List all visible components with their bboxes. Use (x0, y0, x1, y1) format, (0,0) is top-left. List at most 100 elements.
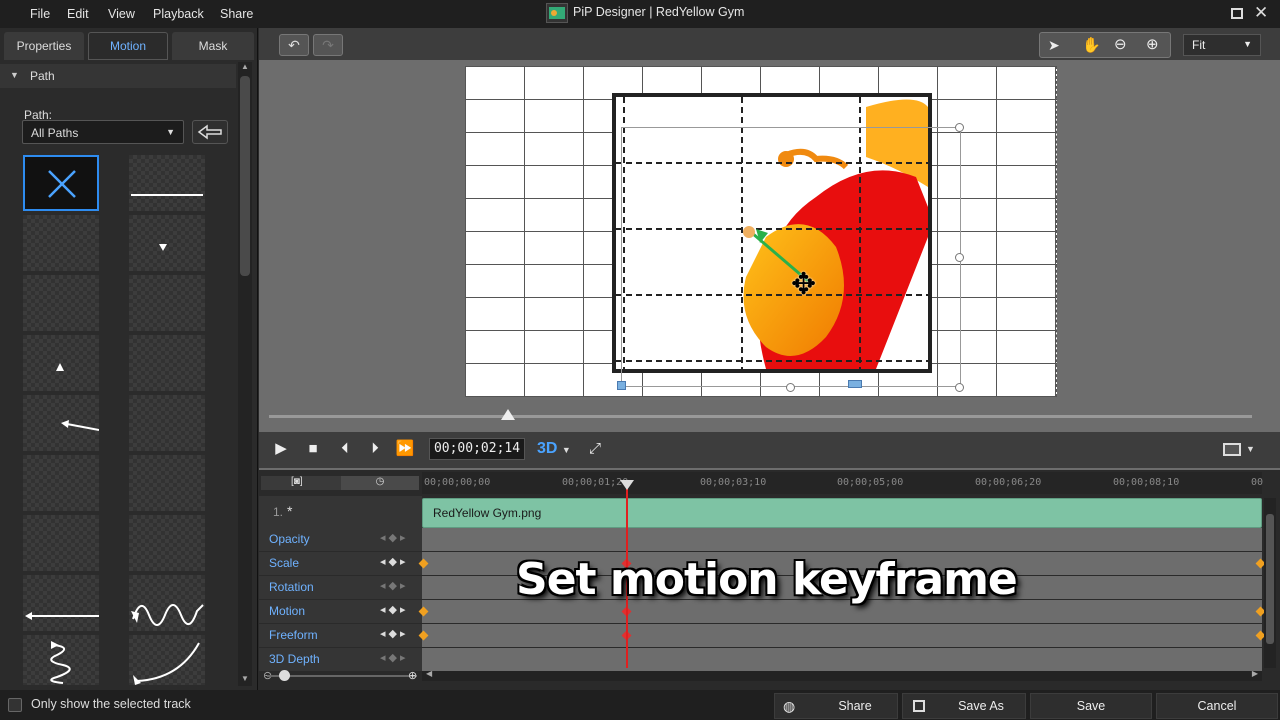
attribute-name[interactable]: Rotation (269, 580, 314, 594)
resize-handle[interactable] (786, 383, 795, 392)
timecode-display[interactable]: 00;00;02;14 (429, 438, 525, 460)
maximize-icon[interactable] (1231, 8, 1243, 19)
save-button[interactable]: Save (1030, 693, 1152, 719)
timeline-view-tab[interactable]: [◙] (291, 476, 303, 487)
attribute-name[interactable]: Freeform (269, 628, 318, 642)
stop-button[interactable]: ■ (303, 440, 323, 458)
path-dropdown[interactable]: All Paths ▼ (22, 120, 184, 144)
cancel-button[interactable]: Cancel (1156, 693, 1278, 719)
menu-file[interactable]: File (30, 7, 50, 21)
attribute-name[interactable]: Motion (269, 604, 305, 618)
fast-forward-button[interactable]: ⏩ (395, 440, 415, 458)
add-custom-path-button[interactable] (192, 120, 228, 144)
close-icon[interactable]: ✕ (1254, 3, 1268, 23)
path-tile[interactable] (23, 275, 99, 331)
path-tile[interactable] (129, 275, 205, 331)
attribute-name[interactable]: Opacity (269, 532, 310, 546)
resize-handle[interactable] (955, 383, 964, 392)
zoom-slider-thumb[interactable] (279, 670, 290, 681)
zoom-in-icon[interactable]: ⊕ (1146, 35, 1159, 53)
save-label: Save (1076, 699, 1106, 713)
scroll-up-icon[interactable]: ▲ (241, 62, 249, 71)
preview-scrubber[interactable] (269, 415, 1252, 418)
resize-handle[interactable] (955, 253, 964, 262)
timeline-horizontal-scrollbar[interactable]: ◀ ▶ (422, 669, 1262, 681)
path-tile-spiral[interactable] (23, 635, 99, 685)
attribute-name[interactable]: Scale (269, 556, 299, 570)
path-tile[interactable] (129, 395, 205, 451)
keyframe-controls[interactable]: ◂◆▸ (380, 651, 409, 664)
timeline-ruler[interactable]: 00;00;00;00 00;00;01;20 00;00;03;10 00;0… (422, 472, 1263, 494)
panel-scrollbar[interactable]: ▲ ▼ (238, 62, 252, 686)
undo-button[interactable]: ↶ (279, 34, 309, 56)
properties-panel: Properties Motion Mask ▼ Path Path: All … (0, 28, 258, 692)
scroll-thumb[interactable] (1266, 514, 1274, 644)
anchor-handle[interactable] (617, 381, 626, 390)
timeline-vertical-scrollbar[interactable] (1264, 498, 1276, 668)
save-as-button[interactable]: Save As (902, 693, 1026, 719)
attribute-lane[interactable] (422, 528, 1262, 551)
menu-edit[interactable]: Edit (67, 7, 89, 21)
chevron-down-icon[interactable]: ▼ (1246, 444, 1255, 454)
path-tile-arrow-left[interactable] (23, 395, 99, 451)
scroll-right-icon[interactable]: ▶ (1252, 669, 1258, 678)
scroll-thumb[interactable] (240, 76, 250, 276)
attribute-row: 3D Depth ◂◆▸ (259, 648, 1262, 671)
scroll-down-icon[interactable]: ▼ (241, 674, 249, 683)
display-mode-icon[interactable] (1223, 443, 1241, 456)
hand-tool-icon[interactable]: ✋ (1082, 36, 1101, 54)
path-tile-line[interactable] (129, 155, 205, 211)
path-tile-up[interactable] (23, 335, 99, 391)
path-tile[interactable] (23, 455, 99, 511)
anchor-handle[interactable] (848, 380, 862, 388)
tab-motion[interactable]: Motion (88, 32, 168, 60)
attribute-header: 3D Depth ◂◆▸ (259, 648, 422, 671)
preview-canvas[interactable]: ✥ (465, 66, 1057, 397)
only-selected-track-checkbox[interactable] (8, 698, 22, 712)
tab-properties[interactable]: Properties (4, 32, 84, 60)
attribute-name[interactable]: 3D Depth (269, 652, 320, 666)
tab-mask[interactable]: Mask (172, 32, 254, 60)
menu-view[interactable]: View (108, 7, 135, 21)
menu-share[interactable]: Share (220, 7, 253, 21)
keyframe-controls[interactable]: ◂◆▸ (380, 555, 409, 568)
path-tile[interactable] (129, 335, 205, 391)
keyframe-controls[interactable]: ◂◆▸ (380, 531, 409, 544)
redo-button[interactable]: ↷ (313, 34, 343, 56)
keyframe-controls[interactable]: ◂◆▸ (380, 603, 409, 616)
attribute-lane[interactable] (422, 624, 1262, 647)
path-tile[interactable] (129, 515, 205, 571)
previous-frame-button[interactable]: ⏴ (335, 440, 355, 458)
save-disk-icon (913, 700, 925, 712)
timeline-zoom-in-icon[interactable]: ⊕ (408, 669, 417, 682)
resize-handle[interactable] (955, 123, 964, 132)
path-bounding-box[interactable] (621, 127, 961, 387)
path-tile-none[interactable] (23, 155, 99, 211)
path-tile-line-left[interactable] (23, 575, 99, 631)
path-tile[interactable] (129, 455, 205, 511)
path-tile[interactable] (23, 515, 99, 571)
play-button[interactable]: ▶ (271, 440, 291, 458)
path-tile[interactable] (23, 215, 99, 271)
share-button[interactable]: ◍ Share (774, 693, 898, 719)
menu-playback[interactable]: Playback (153, 7, 204, 21)
fullscreen-icon[interactable]: ⤢ (585, 440, 605, 458)
playhead-handle[interactable] (620, 480, 634, 490)
scrubber-thumb[interactable] (501, 409, 515, 420)
clock-icon[interactable]: ◷ (341, 476, 419, 490)
3d-mode-button[interactable]: 3D ▼ (537, 438, 571, 460)
zoom-out-icon[interactable]: ⊖ (1114, 35, 1127, 53)
clip[interactable]: RedYellow Gym.png (422, 498, 1262, 528)
select-tool-icon[interactable]: ➤ (1048, 37, 1060, 54)
path-tile-curve[interactable] (129, 635, 205, 685)
keyframe-controls[interactable]: ◂◆▸ (380, 579, 409, 592)
collapse-triangle-icon: ▼ (10, 70, 19, 80)
path-tile-wave[interactable] (129, 575, 205, 631)
next-frame-button[interactable]: ⏵ (365, 440, 385, 458)
scroll-left-icon[interactable]: ◀ (426, 669, 432, 678)
attribute-lane[interactable] (422, 648, 1262, 671)
path-tile-point[interactable] (129, 215, 205, 271)
path-section-header[interactable]: ▼ Path (0, 64, 236, 88)
keyframe-controls[interactable]: ◂◆▸ (380, 627, 409, 640)
zoom-dropdown[interactable]: Fit ▼ (1183, 34, 1261, 56)
